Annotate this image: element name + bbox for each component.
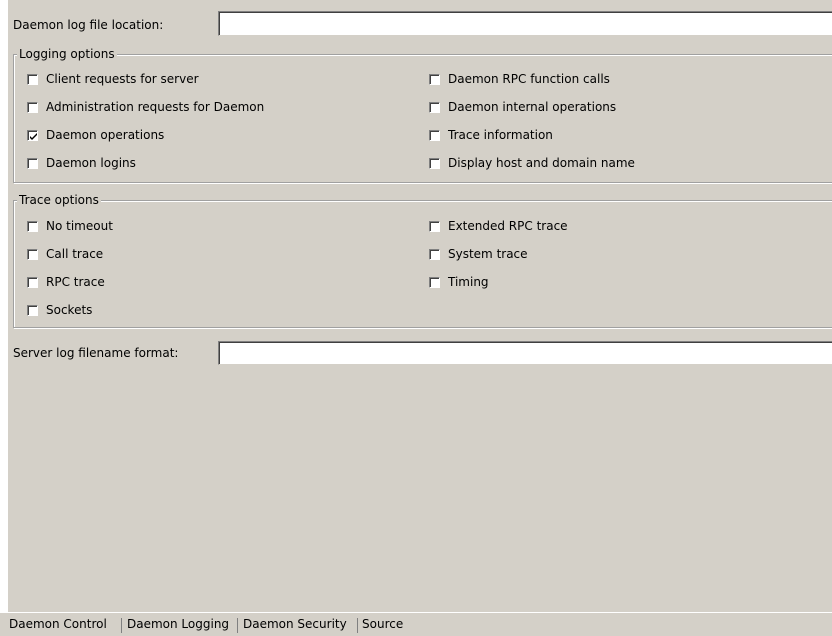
checkbox-daemon-internal-operations[interactable]: Daemon internal operations xyxy=(429,99,616,115)
checkbox-label: RPC trace xyxy=(46,275,105,289)
checkbox-daemon-rpc-function-calls[interactable]: Daemon RPC function calls xyxy=(429,71,610,87)
checkbox-box[interactable] xyxy=(429,276,440,288)
tab-source[interactable]: Source xyxy=(358,613,407,635)
checkbox-box[interactable] xyxy=(27,248,38,260)
checkbox-box[interactable] xyxy=(27,73,38,85)
checkbox-client-requests[interactable]: Client requests for server xyxy=(27,71,199,87)
tab-daemon-security[interactable]: Daemon Security xyxy=(239,613,351,635)
checkbox-no-timeout[interactable]: No timeout xyxy=(27,218,113,234)
checkbox-label: Administration requests for Daemon xyxy=(46,100,265,114)
checkbox-daemon-logins[interactable]: Daemon logins xyxy=(27,155,136,171)
logging-options-title: Logging options xyxy=(17,47,117,61)
daemon-logging-panel: Daemon log file location: Logging option… xyxy=(8,0,832,612)
checkbox-call-trace[interactable]: Call trace xyxy=(27,246,103,262)
checkbox-administration-requests[interactable]: Administration requests for Daemon xyxy=(27,99,264,115)
check-mark-icon xyxy=(30,132,37,140)
checkbox-box[interactable] xyxy=(27,129,38,141)
checkbox-sockets[interactable]: Sockets xyxy=(27,302,92,318)
checkbox-system-trace[interactable]: System trace xyxy=(429,246,528,262)
checkbox-rpc-trace[interactable]: RPC trace xyxy=(27,274,105,290)
checkbox-box[interactable] xyxy=(429,157,440,169)
trace-options-title: Trace options xyxy=(17,193,101,207)
checkbox-label: Display host and domain name xyxy=(448,156,635,170)
checkbox-label: Daemon logins xyxy=(46,156,136,170)
tab-separator xyxy=(121,618,122,633)
daemon-log-location-label: Daemon log file location: xyxy=(13,18,164,32)
tab-daemon-logging[interactable]: Daemon Logging xyxy=(123,613,234,635)
checkbox-box[interactable] xyxy=(27,101,38,113)
checkbox-label: Daemon RPC function calls xyxy=(448,72,610,86)
checkbox-trace-information[interactable]: Trace information xyxy=(429,127,553,143)
tab-daemon-control[interactable]: Daemon Control xyxy=(5,613,111,635)
checkbox-box[interactable] xyxy=(27,276,38,288)
checkbox-label: Call trace xyxy=(46,247,104,261)
server-log-format-label: Server log filename format: xyxy=(13,346,179,360)
tab-separator xyxy=(237,618,238,633)
checkbox-label: Daemon operations xyxy=(46,128,165,142)
checkbox-label: Daemon internal operations xyxy=(448,100,617,114)
checkbox-box[interactable] xyxy=(429,220,440,232)
trace-options-group xyxy=(13,200,832,328)
checkbox-label: Client requests for server xyxy=(46,72,199,86)
editor-tab-bar: Daemon Control Daemon Logging Daemon Sec… xyxy=(0,612,832,636)
checkbox-box[interactable] xyxy=(27,220,38,232)
checkbox-label: Sockets xyxy=(46,303,93,317)
checkbox-daemon-operations[interactable]: Daemon operations xyxy=(27,127,164,143)
daemon-log-location-input[interactable] xyxy=(218,11,832,36)
server-log-format-input[interactable] xyxy=(218,341,832,365)
checkbox-label: System trace xyxy=(448,247,528,261)
checkbox-display-host-domain[interactable]: Display host and domain name xyxy=(429,155,635,171)
checkbox-label: Timing xyxy=(448,275,489,289)
checkbox-label: Extended RPC trace xyxy=(448,219,568,233)
checkbox-timing[interactable]: Timing xyxy=(429,274,489,290)
checkbox-box[interactable] xyxy=(429,101,440,113)
checkbox-box[interactable] xyxy=(27,304,38,316)
checkbox-box[interactable] xyxy=(429,248,440,260)
checkbox-extended-rpc-trace[interactable]: Extended RPC trace xyxy=(429,218,568,234)
checkbox-box[interactable] xyxy=(27,157,38,169)
checkbox-box[interactable] xyxy=(429,73,440,85)
checkbox-label: Trace information xyxy=(448,128,553,142)
checkbox-label: No timeout xyxy=(46,219,113,233)
checkbox-box[interactable] xyxy=(429,129,440,141)
